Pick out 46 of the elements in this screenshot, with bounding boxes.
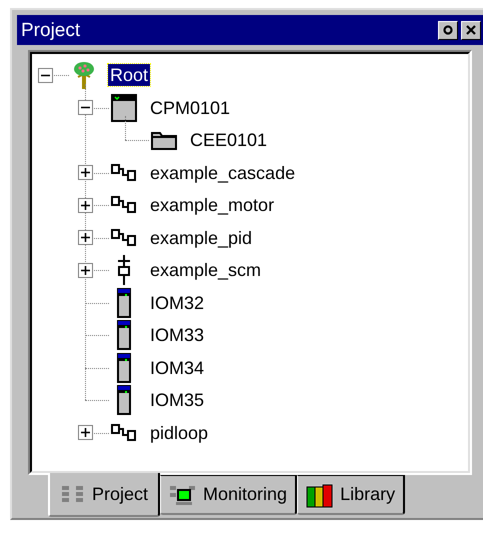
tree-item-label[interactable]: IOM35 bbox=[148, 389, 206, 412]
module-icon bbox=[117, 352, 131, 383]
plus-icon bbox=[81, 266, 90, 275]
expand-toggle[interactable] bbox=[78, 198, 93, 213]
block-connection-icon bbox=[111, 424, 137, 442]
block-connection-icon bbox=[111, 228, 137, 247]
module-icon bbox=[117, 385, 131, 416]
books-icon bbox=[306, 482, 334, 508]
expand-toggle[interactable] bbox=[78, 425, 93, 440]
block-connection-icon bbox=[111, 196, 137, 214]
tree-item-label[interactable]: example_cascade bbox=[148, 162, 298, 184]
tree-item-label[interactable]: CPM0101 bbox=[148, 96, 232, 119]
controller-icon bbox=[111, 94, 137, 122]
expand-toggle[interactable] bbox=[78, 230, 93, 246]
close-button[interactable] bbox=[461, 20, 481, 40]
tree-item-label[interactable]: Root bbox=[108, 64, 150, 86]
module-icon bbox=[117, 288, 131, 318]
expand-toggle[interactable] bbox=[78, 165, 93, 180]
tree-item-label[interactable]: IOM33 bbox=[148, 324, 206, 346]
tab[interactable]: Monitoring bbox=[160, 475, 298, 515]
circle-icon bbox=[443, 25, 453, 35]
tab[interactable]: Library bbox=[297, 475, 406, 515]
tree-item-label[interactable]: IOM34 bbox=[148, 356, 206, 379]
tree-item-label[interactable]: IOM32 bbox=[148, 292, 206, 314]
plus-icon bbox=[81, 233, 90, 242]
window-title: Project bbox=[21, 20, 80, 40]
tab[interactable]: Project bbox=[48, 473, 160, 517]
collapse-toggle[interactable] bbox=[78, 100, 93, 116]
tree-item-label[interactable]: example_motor bbox=[148, 194, 276, 216]
tree-item-label[interactable]: example_pid bbox=[148, 226, 254, 249]
tree-icon bbox=[73, 61, 95, 90]
collapse-toggle[interactable] bbox=[38, 68, 53, 83]
close-icon bbox=[466, 25, 476, 35]
block-connection-icon bbox=[111, 164, 137, 182]
tree-item-label[interactable]: pidloop bbox=[148, 422, 210, 444]
tree-item-label[interactable]: CEE0101 bbox=[188, 129, 270, 152]
expand-toggle[interactable] bbox=[78, 262, 93, 278]
plus-icon bbox=[81, 168, 90, 178]
folder-icon bbox=[151, 130, 177, 150]
plus-icon bbox=[81, 200, 90, 210]
pin-button[interactable] bbox=[438, 20, 458, 40]
plus-icon bbox=[81, 428, 90, 438]
tree-item-label[interactable]: example_scm bbox=[148, 259, 264, 282]
module-icon bbox=[117, 320, 131, 350]
tree-structure-icon bbox=[60, 483, 86, 505]
step-icon bbox=[117, 255, 131, 286]
